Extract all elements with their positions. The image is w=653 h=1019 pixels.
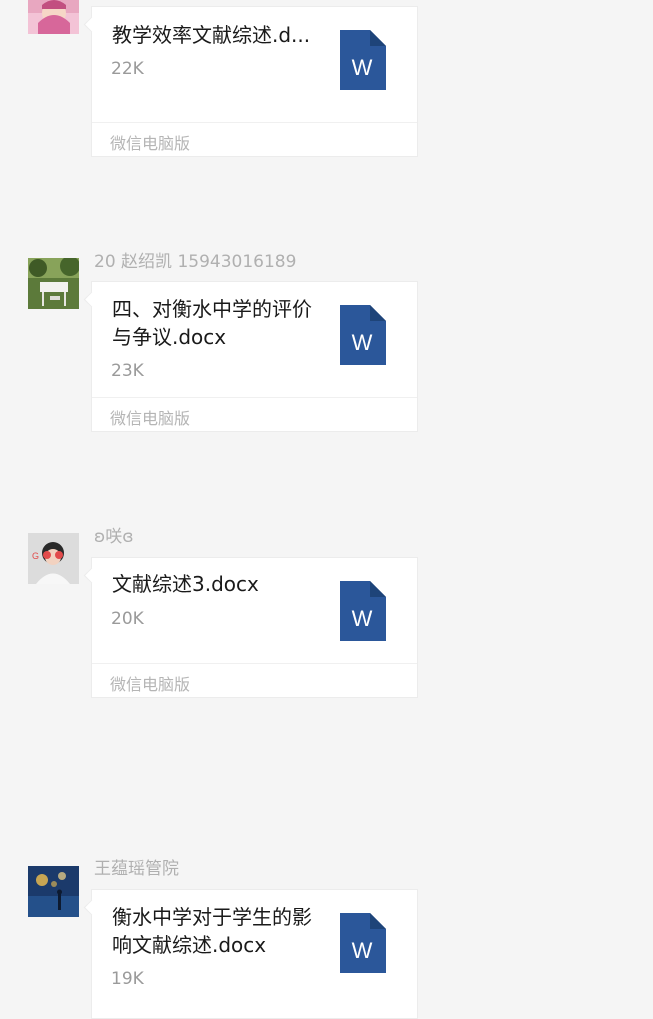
avatar[interactable] xyxy=(28,0,79,34)
file-name: 四、对衡水中学的评价与争议.docx xyxy=(112,297,312,349)
avatar[interactable] xyxy=(28,258,79,309)
avatar[interactable]: G xyxy=(28,533,79,584)
source-label: 微信电脑版 xyxy=(110,134,191,153)
avatar-image xyxy=(28,866,79,917)
file-message-card[interactable]: 四、对衡水中学的评价与争议.docx 23K W 微信电脑版 xyxy=(91,281,418,432)
word-document-icon: W xyxy=(340,30,386,90)
avatar-image: G xyxy=(28,533,79,584)
card-footer: 微信电脑版 xyxy=(92,397,417,433)
file-size: 20K xyxy=(111,609,144,629)
file-name: 文献综述3.docx xyxy=(112,572,259,596)
sender-name: ʚ咲ɞ xyxy=(94,527,134,547)
word-icon-letter: W xyxy=(352,606,373,631)
file-name: 衡水中学对于学生的影响文献综述.docx xyxy=(112,905,312,957)
sender-name: 王蕴瑶管院 xyxy=(94,859,179,879)
card-footer: 微信电脑版 xyxy=(92,122,417,158)
avatar-image xyxy=(28,0,79,34)
word-icon-letter: W xyxy=(352,55,373,80)
word-document-icon: W xyxy=(340,581,386,641)
sender-name: 20 赵绍凯 15943016189 xyxy=(94,252,297,272)
avatar-image xyxy=(28,258,79,309)
word-document-icon: W xyxy=(340,305,386,365)
word-icon-letter: W xyxy=(352,330,373,355)
file-message-card[interactable]: 衡水中学对于学生的影响文献综述.docx 19K W xyxy=(91,889,418,1019)
card-footer: 微信电脑版 xyxy=(92,663,417,699)
file-size: 19K xyxy=(111,969,144,989)
source-label: 微信电脑版 xyxy=(110,675,191,694)
file-size: 22K xyxy=(111,59,144,79)
word-document-icon: W xyxy=(340,913,386,973)
svg-text:G: G xyxy=(32,551,39,561)
avatar[interactable] xyxy=(28,866,79,917)
word-icon-letter: W xyxy=(352,938,373,963)
file-message-card[interactable]: 文献综述3.docx 20K W 微信电脑版 xyxy=(91,557,418,698)
file-name: 教学效率文献综述.d... xyxy=(112,23,311,47)
file-size: 23K xyxy=(111,361,144,381)
file-message-card[interactable]: 教学效率文献综述.d... 22K W 微信电脑版 xyxy=(91,6,418,157)
source-label: 微信电脑版 xyxy=(110,409,191,428)
